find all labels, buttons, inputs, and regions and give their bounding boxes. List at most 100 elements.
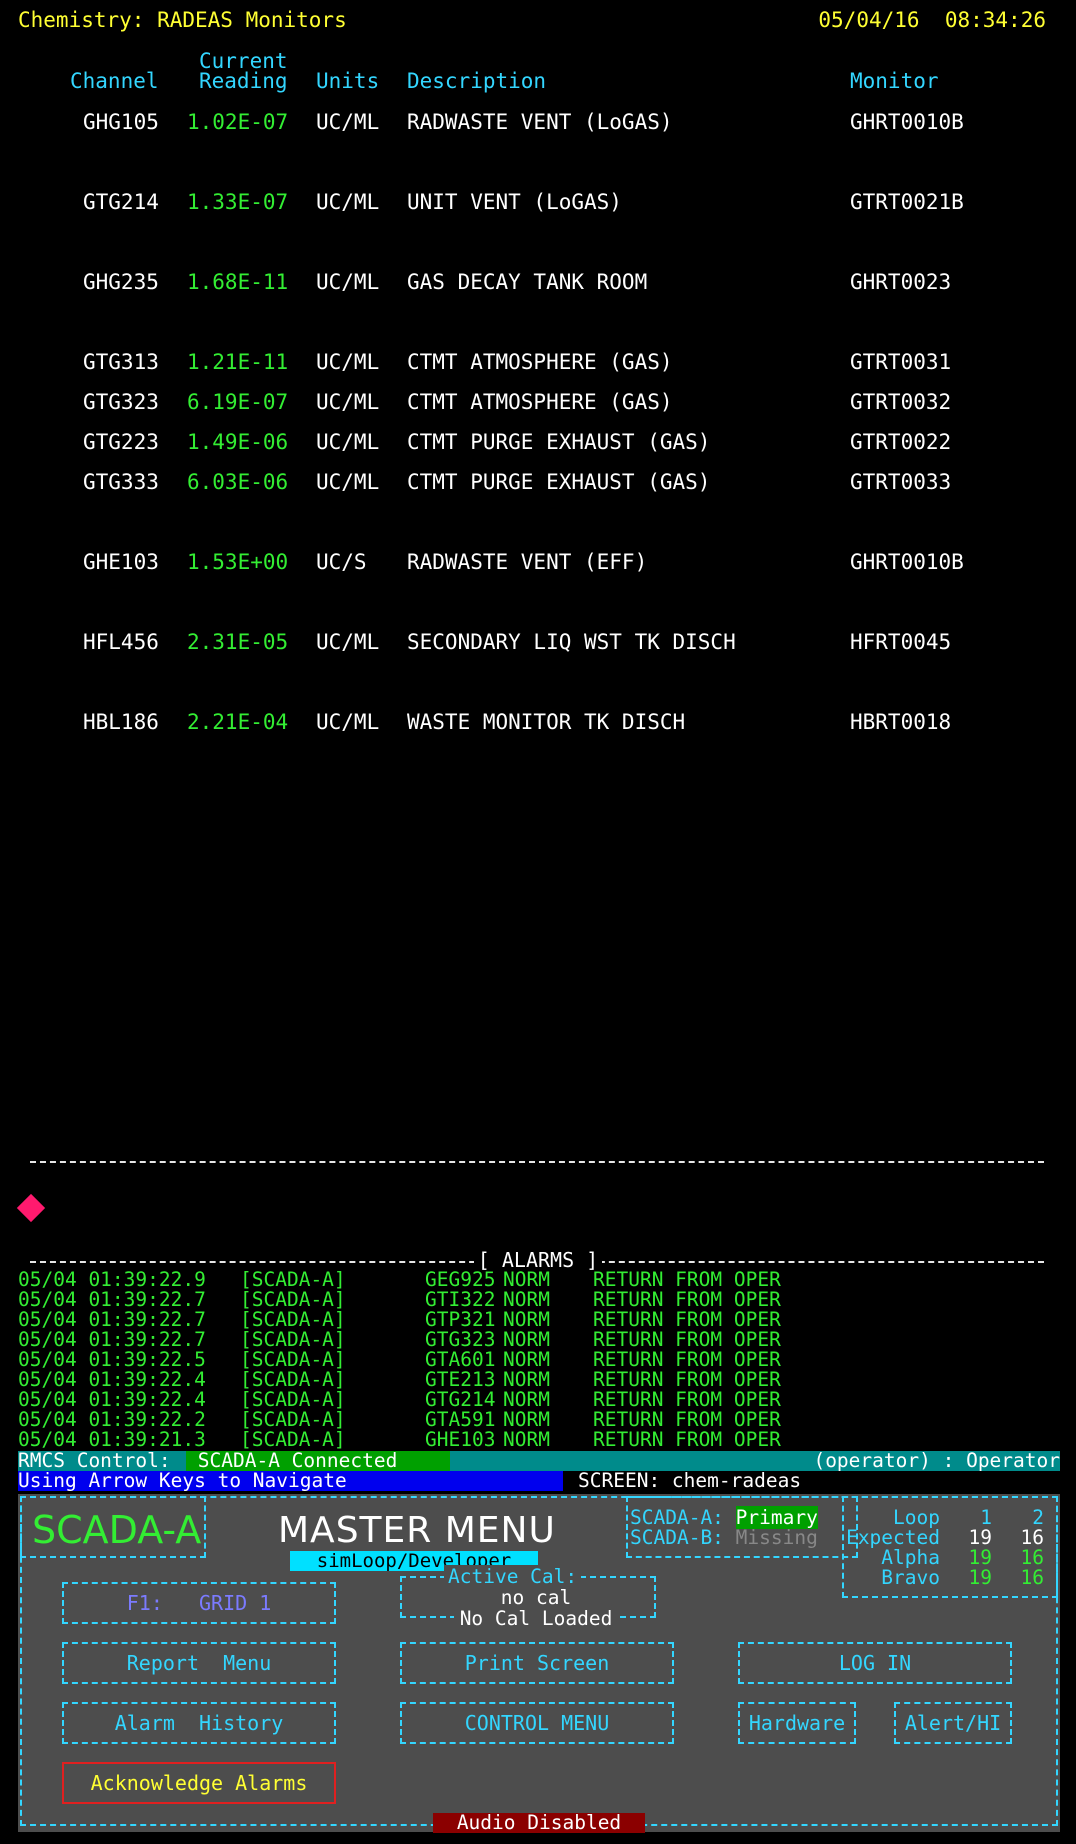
table-row[interactable]: GHG235 1.68E-11 UC/ML GAS DECAY TANK ROO… [0, 270, 1076, 300]
active-cal-label: Active Cal: [444, 1565, 582, 1588]
description-cell: CTMT ATMOSPHERE (GAS) [407, 390, 673, 414]
screen-name: SCREEN: chem-radeas [578, 1469, 802, 1492]
alarm-datetime: 05/04 01:39:22.4 [18, 1368, 206, 1391]
col-header-reading: Reading [199, 69, 288, 93]
report-menu-button[interactable]: Report Menu [62, 1642, 336, 1684]
reading-cell: 2.21E-04 [187, 710, 289, 734]
alarm-message: RETURN FROM OPER [593, 1428, 781, 1451]
audio-status[interactable]: Audio Disabled [433, 1813, 645, 1833]
rmcs-label: RMCS Control: [18, 1449, 171, 1472]
time: 08:34:26 [944, 8, 1046, 32]
alarm-source: [SCADA-A] [240, 1268, 346, 1291]
table-row[interactable]: GHE103 1.53E+00 UC/S RADWASTE VENT (EFF)… [0, 550, 1076, 580]
units-cell: UC/ML [316, 470, 380, 494]
list-item[interactable]: 05/04 01:39:21.3 [SCADA-A] GHE103 NORM RETUR… [18, 1430, 781, 1450]
alarm-tag: GTE213 [425, 1368, 496, 1391]
description-cell: RADWASTE VENT (EFF) [407, 550, 648, 574]
alarm-message: RETURN FROM OPER [593, 1348, 781, 1371]
alert-hi-button[interactable]: Alert/HI [894, 1702, 1012, 1744]
table-row[interactable]: GTG223 1.49E-06 UC/ML CTMT PURGE EXHAUST… [0, 430, 1076, 460]
table-row[interactable]: GTG313 1.21E-11 UC/ML CTMT ATMOSPHERE (G… [0, 350, 1076, 380]
units-cell: UC/ML [316, 270, 380, 294]
alarm-message: RETURN FROM OPER [593, 1268, 781, 1291]
monitor-cell: HBRT0018 [850, 710, 952, 734]
reading-cell: 1.49E-06 [187, 430, 289, 454]
list-item[interactable]: 05/04 01:39:22.7 [SCADA-A] GTG323 NORM RETUR… [18, 1330, 781, 1350]
list-item[interactable]: 05/04 01:39:22.9 [SCADA-A] GEG925 NORM RETUR… [18, 1270, 781, 1290]
channel-cell: GHG235 [83, 270, 159, 294]
alarm-message: RETURN FROM OPER [593, 1328, 781, 1351]
date: 05/04/16 [818, 8, 920, 32]
alarm-tag: GTA601 [425, 1348, 496, 1371]
page-title: Chemistry: RADEAS Monitors [18, 8, 347, 32]
bravo-2: 16 [1020, 1566, 1044, 1589]
alarm-history-button[interactable]: Alarm History [62, 1702, 336, 1744]
units-cell: UC/ML [316, 710, 380, 734]
alarm-state: NORM [503, 1328, 550, 1351]
units-cell: UC/ML [316, 430, 380, 454]
alarm-datetime: 05/04 01:39:21.3 [18, 1428, 206, 1451]
list-item[interactable]: 05/04 01:39:22.2 [SCADA-A] GTA591 NORM RETUR… [18, 1410, 781, 1430]
units-cell: UC/ML [316, 190, 380, 214]
channel-cell: GTG333 [83, 470, 159, 494]
alarm-message: RETURN FROM OPER [593, 1288, 781, 1311]
units-cell: UC/ML [316, 110, 380, 134]
reading-cell: 6.19E-07 [187, 390, 289, 414]
list-item[interactable]: 05/04 01:39:22.7 [SCADA-A] GTP321 NORM RETUR… [18, 1310, 781, 1330]
cal-status: No Cal Loaded [396, 1607, 676, 1630]
login-button[interactable]: LOG IN [738, 1642, 1012, 1684]
list-item[interactable]: 05/04 01:39:22.5 [SCADA-A] GTA601 NORM RETUR… [18, 1350, 781, 1370]
reading-cell: 1.02E-07 [187, 110, 289, 134]
alarm-source: [SCADA-A] [240, 1408, 346, 1431]
description-cell: RADWASTE VENT (LoGAS) [407, 110, 673, 134]
units-cell: UC/ML [316, 630, 380, 654]
alarm-source: [SCADA-A] [240, 1308, 346, 1331]
table-row[interactable]: GHG105 1.02E-07 UC/ML RADWASTE VENT (LoG… [0, 110, 1076, 140]
alarm-tag: GTG214 [425, 1388, 496, 1411]
description-cell: CTMT ATMOSPHERE (GAS) [407, 350, 673, 374]
channel-cell: GTG323 [83, 390, 159, 414]
bravo-label: Bravo [881, 1566, 940, 1589]
list-item[interactable]: 05/04 01:39:22.4 [SCADA-A] GTG214 NORM RETUR… [18, 1390, 781, 1410]
alarm-state: NORM [503, 1288, 550, 1311]
connection-status: SCADA-A Connected [186, 1451, 450, 1471]
cal-value: no cal [500, 1586, 572, 1609]
description-cell: SECONDARY LIQ WST TK DISCH [407, 630, 736, 654]
col-header-description: Description [407, 69, 547, 93]
description-cell: UNIT VENT (LoGAS) [407, 190, 622, 214]
reading-cell: 6.03E-06 [187, 470, 289, 494]
cal-status-text: No Cal Loaded [453, 1607, 619, 1630]
operator-status: (operator) : Operator [813, 1449, 1060, 1472]
reading-cell: 1.33E-07 [187, 190, 289, 214]
channel-cell: HFL456 [83, 630, 159, 654]
table-row[interactable]: HFL456 2.31E-05 UC/ML SECONDARY LIQ WST … [0, 630, 1076, 660]
print-screen-button[interactable]: Print Screen [400, 1642, 674, 1684]
monitor-cell: HFRT0045 [850, 630, 952, 654]
navigation-bar: Using Arrow Keys to Navigate SCREEN: che… [18, 1471, 1060, 1491]
list-item[interactable]: 05/04 01:39:22.4 [SCADA-A] GTE213 NORM RETUR… [18, 1370, 781, 1390]
acknowledge-alarms-button[interactable]: Acknowledge Alarms [62, 1762, 336, 1804]
rmcs-status-bar: RMCS Control: SCADA-A Connected (operato… [18, 1451, 1060, 1471]
channel-cell: GTG313 [83, 350, 159, 374]
control-menu-button[interactable]: CONTROL MENU [400, 1702, 674, 1744]
reading-cell: 1.53E+00 [187, 550, 289, 574]
alarm-state: NORM [503, 1428, 550, 1451]
alarm-datetime: 05/04 01:39:22.7 [18, 1288, 206, 1311]
monitor-cell: GTRT0022 [850, 430, 952, 454]
alarm-datetime: 05/04 01:39:22.7 [18, 1308, 206, 1331]
description-cell: WASTE MONITOR TK DISCH [407, 710, 686, 734]
table-row[interactable]: GTG323 6.19E-07 UC/ML CTMT ATMOSPHERE (G… [0, 390, 1076, 420]
col-header-monitor: Monitor [850, 69, 939, 93]
hardware-button[interactable]: Hardware [738, 1702, 856, 1744]
alarm-tag: GTP321 [425, 1308, 496, 1331]
date-time: 05/04/16 08:34:26 [818, 8, 1046, 32]
monitor-cell: GTRT0031 [850, 350, 952, 374]
f1-grid-button[interactable]: F1: GRID 1 [62, 1582, 336, 1624]
alarm-source: [SCADA-A] [240, 1328, 346, 1351]
table-row[interactable]: GTG333 6.03E-06 UC/ML CTMT PURGE EXHAUST… [0, 470, 1076, 500]
list-item[interactable]: 05/04 01:39:22.7 [SCADA-A] GTI322 NORM RETUR… [18, 1290, 781, 1310]
table-row[interactable]: GTG214 1.33E-07 UC/ML UNIT VENT (LoGAS) … [0, 190, 1076, 220]
table-row[interactable]: HBL186 2.21E-04 UC/ML WASTE MONITOR TK D… [0, 710, 1076, 740]
alarm-tag: GTA591 [425, 1408, 496, 1431]
navigation-hint: Using Arrow Keys to Navigate [18, 1471, 563, 1491]
